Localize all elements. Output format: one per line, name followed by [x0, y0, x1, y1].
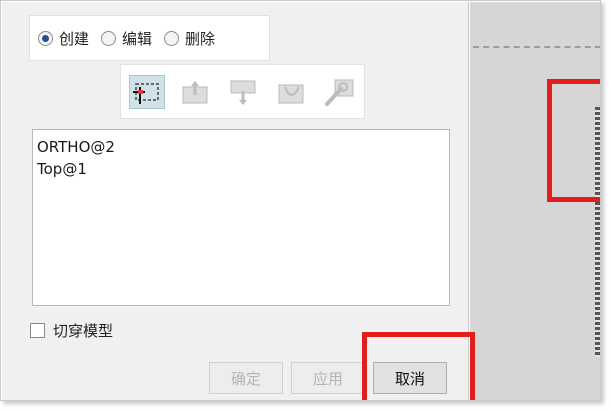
sketch-plane-icon	[133, 83, 159, 104]
tool-strip	[120, 64, 365, 119]
tool-cut-wrench[interactable]	[321, 75, 357, 109]
radio-create[interactable]: 创建	[38, 28, 89, 49]
screenshot-frame: 创建 编辑 删除 ORTHO@2 Top@1 切穿模型 确定 应用 取消	[0, 0, 601, 401]
cut-wrench-icon	[325, 79, 354, 106]
radio-delete[interactable]: 删除	[164, 28, 215, 49]
section-line	[473, 46, 600, 48]
checkbox-label: 切穿模型	[53, 322, 114, 340]
checkbox-box[interactable]	[30, 323, 45, 338]
radio-delete-label: 删除	[185, 29, 216, 48]
apply-button[interactable]: 应用	[291, 362, 365, 394]
list-item[interactable]: Top@1	[37, 158, 445, 180]
tool-cut-down[interactable]	[225, 75, 261, 109]
view-list[interactable]: ORTHO@2 Top@1	[32, 129, 450, 306]
cut-up-icon	[182, 81, 208, 104]
radio-create-dot[interactable]	[38, 30, 53, 46]
cut-curve-icon	[278, 84, 304, 104]
radio-delete-dot[interactable]	[164, 30, 180, 46]
list-item[interactable]: ORTHO@2	[37, 136, 445, 158]
tool-cut-curve[interactable]	[273, 75, 309, 109]
highlight-box-cancel	[362, 332, 475, 400]
radio-create-label: 创建	[59, 29, 90, 48]
tool-cut-up[interactable]	[177, 75, 213, 109]
ok-button[interactable]: 确定	[209, 362, 283, 394]
radio-edit[interactable]: 编辑	[101, 28, 152, 49]
tool-sketch-plane[interactable]	[129, 75, 165, 109]
highlight-box-top	[547, 79, 600, 202]
cut-through-checkbox[interactable]: 切穿模型	[30, 320, 113, 341]
radio-edit-dot[interactable]	[101, 30, 117, 46]
radio-edit-label: 编辑	[122, 29, 153, 48]
cut-down-icon	[230, 80, 256, 105]
mode-radio-group: 创建 编辑 删除	[29, 15, 270, 61]
